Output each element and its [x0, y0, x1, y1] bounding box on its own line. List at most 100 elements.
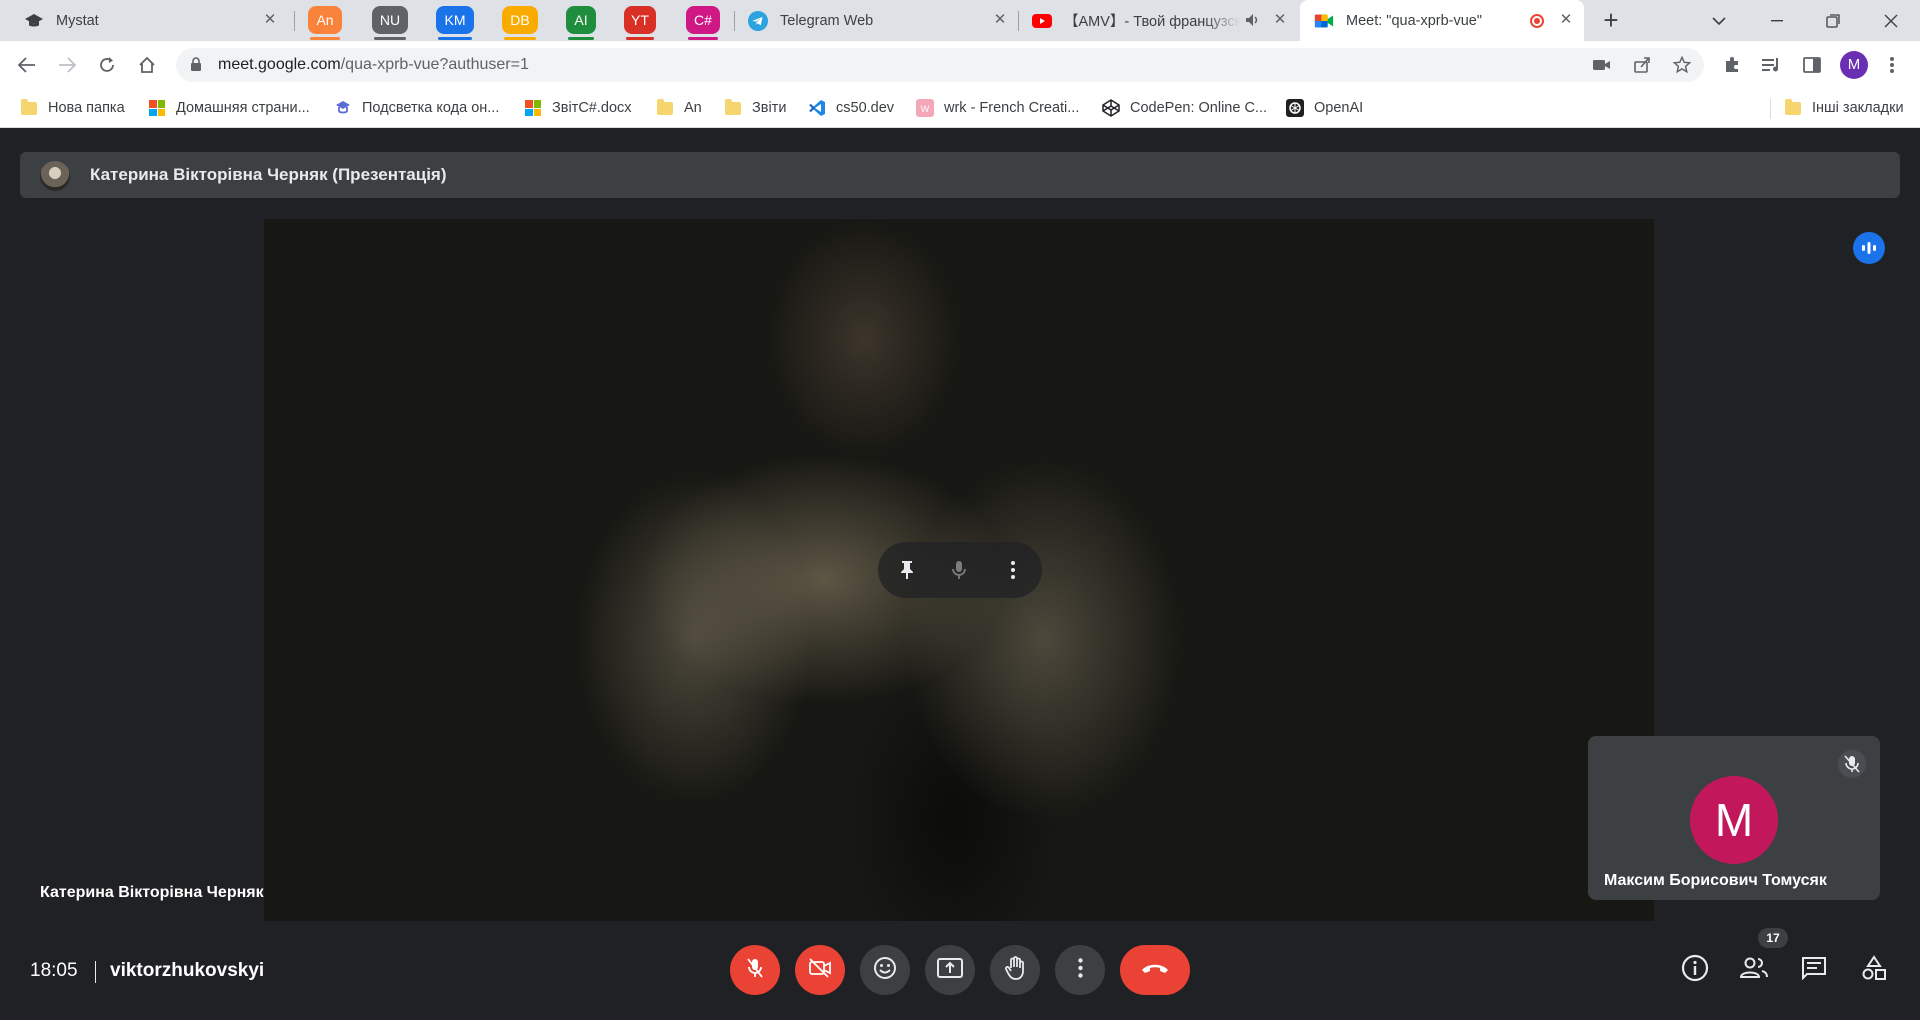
tab-search-chevron-icon[interactable]	[1696, 0, 1742, 41]
meeting-time: 18:05	[30, 960, 78, 981]
more-vertical-icon[interactable]	[1880, 53, 1904, 77]
chat-button[interactable]	[1794, 950, 1834, 990]
openai-icon	[1286, 99, 1304, 117]
tab-title: Telegram Web	[780, 12, 874, 29]
bookmark-label: Домашняя страни...	[176, 100, 310, 116]
tab-divider	[294, 11, 295, 31]
toggle-camera-button[interactable]	[795, 945, 845, 995]
side-panel-icon[interactable]	[1800, 53, 1824, 77]
main-video-feed[interactable]	[264, 219, 1654, 921]
bookmark-codepen[interactable]: CodePen: Online C...	[1102, 97, 1267, 119]
bookmark-label: cs50.dev	[836, 100, 895, 116]
svg-text:W: W	[921, 104, 930, 114]
bookmark-label: Нова папка	[48, 100, 125, 116]
tab-group-label: AI	[574, 12, 588, 28]
close-icon[interactable]: ✕	[1272, 12, 1288, 28]
close-window-button[interactable]	[1868, 0, 1914, 41]
bookmark-label: An	[684, 100, 702, 116]
tab-group-db[interactable]: DB	[502, 6, 538, 40]
bookmark-label: Подсветка кода он...	[362, 100, 500, 116]
leave-call-button[interactable]	[1120, 945, 1190, 995]
tab-group-underline	[688, 37, 718, 40]
present-screen-button[interactable]	[925, 945, 975, 995]
media-control-icon[interactable]	[1760, 53, 1784, 77]
more-options-button[interactable]	[1055, 945, 1105, 995]
reactions-button[interactable]	[860, 945, 910, 995]
tab-telegram[interactable]: Telegram Web ✕	[736, 0, 1018, 41]
close-icon[interactable]: ✕	[1558, 12, 1574, 28]
bookmark-nova-papka[interactable]: Нова папка	[20, 97, 125, 119]
address-bar[interactable]: meet.google.com/qua-xprb-vue?authuser=1	[176, 48, 1704, 82]
emoji-icon	[873, 956, 897, 985]
bookmark-an[interactable]: An	[656, 97, 702, 119]
bookmark-home-page[interactable]: Домашняя страни...	[148, 97, 310, 119]
tab-title: Meet: "qua-xprb-vue"	[1346, 12, 1483, 29]
close-icon[interactable]: ✕	[992, 12, 1008, 28]
presenter-avatar	[40, 161, 70, 191]
tab-youtube[interactable]: 【AMV】- Твой французский ✕	[1020, 0, 1298, 41]
tab-meet-active[interactable]: Meet: "qua-xprb-vue" ✕	[1300, 0, 1584, 41]
tab-group-underline	[626, 37, 654, 40]
people-button[interactable]	[1734, 950, 1774, 990]
tab-group-km[interactable]: KM	[436, 6, 474, 40]
new-tab-button[interactable]: +	[1598, 7, 1624, 34]
home-button[interactable]	[132, 50, 162, 80]
code-highlight-icon	[334, 99, 352, 117]
profile-avatar[interactable]: M	[1840, 51, 1868, 79]
meeting-details-button[interactable]	[1675, 950, 1715, 990]
tab-group-underline	[310, 37, 340, 40]
minimize-button[interactable]	[1754, 0, 1800, 41]
presentation-header[interactable]: Катерина Вікторівна Черняк (Презентація)	[20, 152, 1900, 198]
presentation-title: Катерина Вікторівна Черняк (Презентація)	[90, 165, 447, 184]
tab-group-an[interactable]: An	[308, 6, 342, 40]
mic-off-icon	[1838, 750, 1866, 778]
meet-page: Катерина Вікторівна Черняк (Презентація)…	[0, 128, 1920, 1020]
tab-group-csharp[interactable]: C#	[686, 6, 720, 40]
microphone-icon[interactable]	[944, 555, 974, 585]
bookmark-zvity[interactable]: Звіти	[724, 97, 786, 119]
speaker-audio-icon[interactable]	[1244, 12, 1260, 32]
tab-divider	[1018, 11, 1019, 31]
tab-group-label: KM	[444, 12, 466, 28]
bookmark-openai[interactable]: OpenAI	[1286, 97, 1363, 119]
share-icon[interactable]	[1632, 55, 1652, 75]
url-text[interactable]: meet.google.com/qua-xprb-vue?authuser=1	[218, 56, 529, 74]
bookmark-label: CodePen: Online C...	[1130, 100, 1268, 116]
more-options-icon[interactable]	[998, 555, 1028, 585]
self-view-tile[interactable]: M Максим Борисович Томусяк	[1588, 736, 1880, 900]
pin-icon[interactable]	[892, 555, 922, 585]
activities-button[interactable]	[1854, 950, 1894, 990]
speaking-indicator-icon	[1853, 232, 1885, 264]
tab-mystat[interactable]: Mystat ✕	[0, 0, 288, 41]
url-host: meet.google.com	[218, 56, 341, 73]
bookmark-other[interactable]: Інші закладки	[1784, 97, 1904, 119]
browser-toolbar: meet.google.com/qua-xprb-vue?authuser=1 …	[0, 41, 1920, 89]
bookmark-cs50[interactable]: cs50.dev	[808, 97, 894, 119]
camera-in-use-icon[interactable]	[1592, 55, 1612, 75]
reload-button[interactable]	[92, 50, 122, 80]
close-icon[interactable]: ✕	[262, 12, 278, 28]
raise-hand-button[interactable]	[990, 945, 1040, 995]
bookmark-label: ЗвітC#.docx	[552, 100, 632, 116]
forward-button[interactable]	[52, 50, 82, 80]
bookmark-code-highlight[interactable]: Подсветка кода он...	[334, 97, 499, 119]
toggle-microphone-button[interactable]	[730, 945, 780, 995]
tab-group-nu[interactable]: NU	[372, 6, 408, 40]
tab-group-label: DB	[510, 12, 530, 28]
tab-group-ai[interactable]: AI	[566, 6, 596, 40]
url-path: /qua-xprb-vue?authuser=1	[340, 56, 529, 73]
bookmark-label: wrk - French Creati...	[944, 100, 1080, 116]
restore-button[interactable]	[1810, 0, 1856, 41]
tile-hover-controls	[878, 542, 1042, 598]
lock-icon[interactable]	[190, 57, 202, 77]
bookmark-zvit-docx[interactable]: ЗвітC#.docx	[524, 97, 632, 119]
extensions-puzzle-icon[interactable]	[1720, 53, 1744, 77]
bookmark-star-icon[interactable]	[1672, 55, 1692, 75]
bookmark-wrk[interactable]: W wrk - French Creati...	[916, 97, 1079, 119]
back-button[interactable]	[12, 50, 42, 80]
meeting-code: viktorzhukovskyi	[110, 960, 265, 981]
windows-icon	[524, 99, 542, 117]
vscode-icon	[808, 99, 826, 117]
tab-group-yt[interactable]: YT	[624, 6, 656, 40]
tab-group-label: YT	[631, 12, 649, 28]
